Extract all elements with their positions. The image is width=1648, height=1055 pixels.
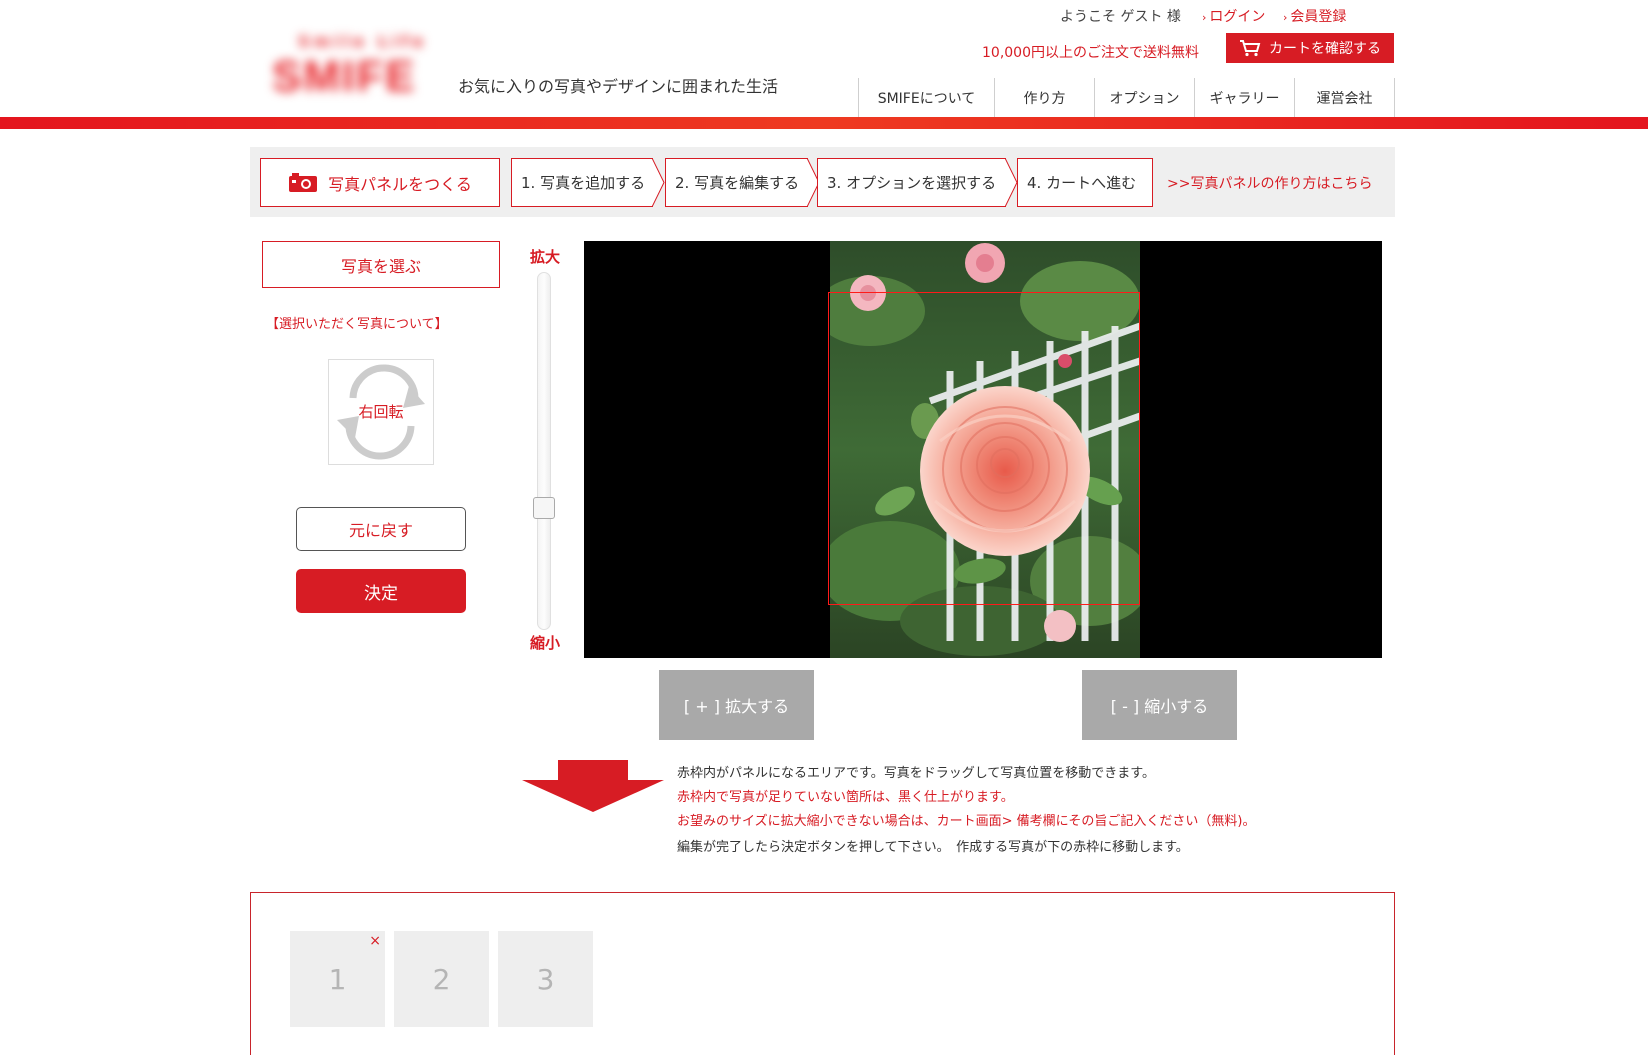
make-panel-title: 写真パネルをつくる <box>260 158 500 207</box>
howto-link[interactable]: >>写真パネルの作り方はこちら <box>1167 173 1372 193</box>
step-arrow-icon <box>652 158 665 207</box>
camera-icon <box>289 172 318 192</box>
decide-button[interactable]: 決定 <box>296 569 466 613</box>
note-resize-request: お望みのサイズに拡大縮小できない場合は、カート画面> 備考欄にその旨ご記入くださ… <box>677 814 1256 829</box>
logo-text: SMIFE <box>272 52 417 101</box>
zoom-slider-track[interactable] <box>537 272 551 630</box>
crop-frame <box>828 292 1140 605</box>
rotate-right-button[interactable]: 右回転 <box>328 359 434 465</box>
photo-slot-3[interactable]: 3 <box>498 931 593 1027</box>
chevron-right-icon: › <box>1283 11 1288 24</box>
site-logo[interactable]: Smile Life SMIFE <box>268 30 428 112</box>
step-select-option: 3. オプションを選択する <box>817 158 1018 207</box>
nav-item-howto[interactable]: 作り方 <box>995 78 1095 118</box>
register-link[interactable]: › 会員登録 <box>1283 6 1346 26</box>
zoom-out-label: 縮小 <box>530 634 561 652</box>
shrink-button[interactable]: [ - ] 縮小する <box>1082 670 1237 740</box>
nav-item-company[interactable]: 運営会社 <box>1295 78 1395 118</box>
note-black-fill: 赤枠内で写真が足りていない箇所は、黒く仕上がります。 <box>677 790 1014 805</box>
photo-slot-1[interactable]: 1 × <box>290 931 385 1027</box>
chevron-right-icon: › <box>1202 11 1207 24</box>
close-icon[interactable]: × <box>369 933 381 949</box>
site-tagline: お気に入りの写真やデザインに囲まれた生活 <box>458 77 779 96</box>
step-add-photo: 1. 写真を追加する <box>511 158 665 207</box>
step-go-to-cart: 4. カートへ進む <box>1017 158 1153 207</box>
photo-slot-2[interactable]: 2 <box>394 931 489 1027</box>
nav-item-gallery[interactable]: ギャラリー <box>1195 78 1295 118</box>
welcome-message: ようこそ ゲスト 様 <box>1060 9 1181 25</box>
photo-edit-canvas[interactable] <box>584 241 1382 658</box>
choose-photo-button[interactable]: 写真を選ぶ <box>262 241 500 288</box>
enlarge-button[interactable]: [ + ] 拡大する <box>659 670 814 740</box>
nav-item-about[interactable]: SMIFEについて <box>859 78 995 118</box>
zoom-in-label: 拡大 <box>530 248 561 266</box>
note-decide-info: 編集が完了したら決定ボタンを押して下さい。 作成する写真が下の赤枠に移動します。 <box>677 840 1189 855</box>
steps-bar: 写真パネルをつくる 1. 写真を追加する 2. 写真を編集する 3. オプション… <box>250 147 1395 217</box>
note-drag-info: 赤枠内がパネルになるエリアです。写真をドラッグして写真位置を移動できます。 <box>677 766 1156 781</box>
view-cart-button[interactable]: カートを確認する <box>1226 33 1394 63</box>
free-shipping-notice: 10,000円以上のご注文で送料無料 <box>982 45 1199 61</box>
header-divider <box>0 117 1648 129</box>
nav-item-options[interactable]: オプション <box>1095 78 1195 118</box>
zoom-slider-handle[interactable] <box>533 497 555 520</box>
cart-icon <box>1240 40 1261 57</box>
rotate-label: 右回転 <box>358 403 404 421</box>
about-photos-link[interactable]: 【選択いただく写真について】 <box>266 313 448 332</box>
logo-subtext: Smile Life <box>298 32 428 51</box>
photo-tray: 1 × 2 3 <box>250 892 1395 1055</box>
reset-button[interactable]: 元に戻す <box>296 507 466 551</box>
down-arrow-icon <box>522 760 664 812</box>
login-link[interactable]: › ログイン <box>1202 6 1265 26</box>
main-nav: SMIFEについて 作り方 オプション ギャラリー 運営会社 <box>858 78 1395 118</box>
step-edit-photo: 2. 写真を編集する <box>665 158 820 207</box>
